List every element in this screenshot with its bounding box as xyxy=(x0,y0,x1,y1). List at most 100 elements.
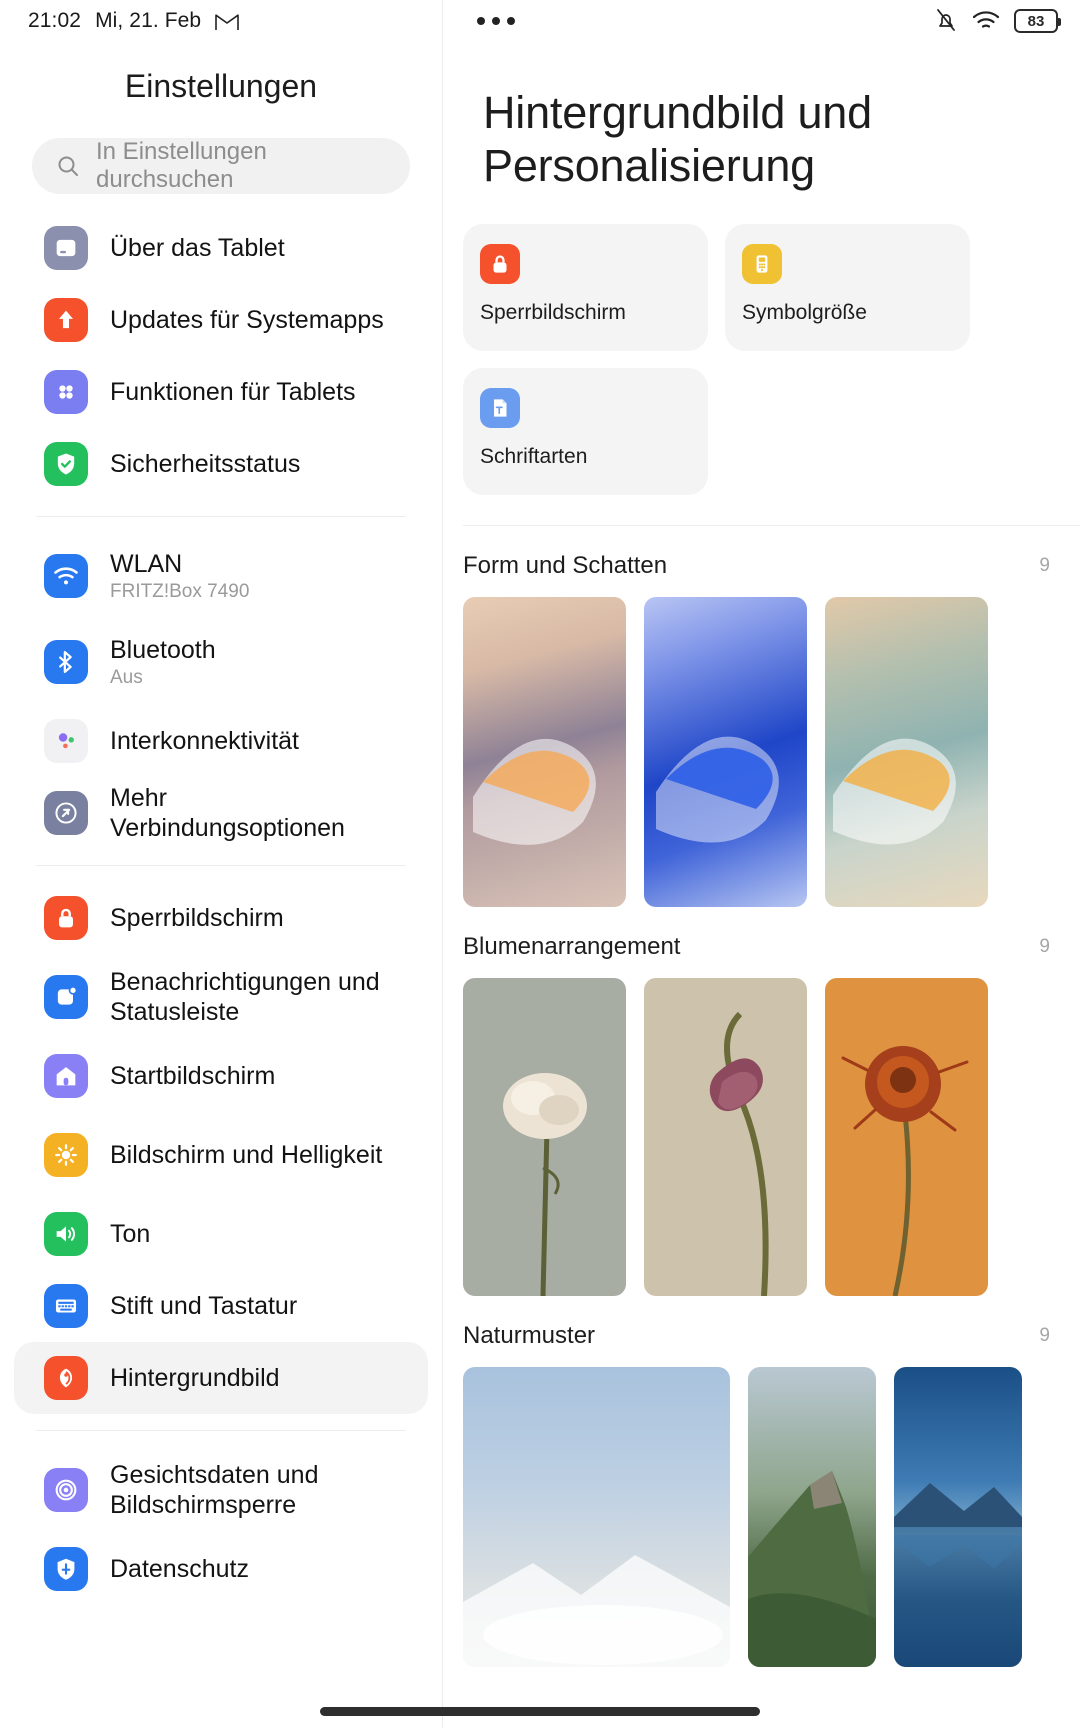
main-page-title: Hintergrundbild und Personalisierung xyxy=(483,87,872,192)
sidebar-item-startbildschirm[interactable]: Startbildschirm xyxy=(14,1040,428,1112)
privacy-icon xyxy=(44,1547,88,1591)
sidebar-item-updates-für-systemapps[interactable]: Updates für Systemapps xyxy=(14,284,428,356)
sidebar-item-über-das-tablet[interactable]: Über das Tablet xyxy=(14,212,428,284)
wallpaper-shape-blue[interactable] xyxy=(644,597,807,908)
tile-label: Schriftarten xyxy=(480,445,588,469)
battery-level: 83 xyxy=(1027,12,1045,30)
home-icon xyxy=(44,1054,88,1098)
sidebar-item-label: Bildschirm und Helligkeit xyxy=(110,1140,383,1169)
sidebar-item-label: Über das Tablet xyxy=(110,233,285,262)
wifi-icon xyxy=(972,10,1000,32)
section-count: 9 xyxy=(1039,555,1050,577)
sidebar-item-gesichtsdaten-und-bildschirmsperre[interactable]: Gesichtsdaten und Bildschirmsperre xyxy=(14,1447,428,1533)
gmail-icon xyxy=(215,12,240,31)
page-title: Einstellungen xyxy=(124,68,318,104)
wallpaper-row xyxy=(463,597,1080,908)
sidebar-item-label: Funktionen für Tablets xyxy=(110,377,356,406)
grid-dots-icon xyxy=(44,370,88,414)
wallpaper-flower-white[interactable] xyxy=(463,978,626,1297)
wallpaper-nature-fog[interactable] xyxy=(463,1367,730,1668)
interconnect-dots-icon xyxy=(44,719,88,763)
wifi-icon xyxy=(44,554,88,598)
tile-label: Sperrbildschirm xyxy=(480,301,626,325)
tile-symbolgröße[interactable]: Symbolgröße xyxy=(725,224,970,352)
settings-screen: 21:02 Mi, 21. Feb Einstellungen In Einst… xyxy=(0,0,1080,1728)
sidebar-item-label: Updates für Systemapps xyxy=(110,305,384,334)
tile-label: Symbolgröße xyxy=(742,301,867,325)
sidebar-item-ton[interactable]: Ton xyxy=(14,1198,428,1270)
search-placeholder: In Einstellungen durchsuchen xyxy=(96,138,267,193)
tablet-icon xyxy=(44,226,88,270)
wallpaper-flower-pink[interactable] xyxy=(644,978,807,1297)
sidebar-item-sperrbildschirm[interactable]: Sperrbildschirm xyxy=(14,882,428,954)
sidebar-divider xyxy=(36,1430,406,1431)
face-unlock-icon xyxy=(44,1468,88,1512)
sidebar-item-label: Interkonnektivität xyxy=(110,726,299,755)
section-title: Form und Schatten xyxy=(463,552,668,580)
sidebar-item-label: Startbildschirm xyxy=(110,1061,276,1090)
shield-check-icon xyxy=(44,442,88,486)
wallpaper-flower-orange[interactable] xyxy=(825,978,988,1297)
sidebar-item-label: Bluetooth xyxy=(110,635,216,664)
home-indicator[interactable] xyxy=(320,1707,760,1716)
sidebar-item-label: Stift und Tastatur xyxy=(110,1291,298,1320)
sidebar-divider xyxy=(36,516,406,517)
battery-indicator: 83 xyxy=(1014,9,1061,33)
notification-icon xyxy=(44,975,88,1019)
sidebar-item-hintergrundbild[interactable]: Hintergrundbild xyxy=(14,1342,428,1414)
sidebar-item-benachrichtigungen-und-statusleiste[interactable]: Benachrichtigungen und Statusleiste xyxy=(14,954,428,1040)
status-bar-right: 83 xyxy=(443,0,1080,42)
wallpaper-row xyxy=(463,1367,1080,1668)
lock-icon xyxy=(44,896,88,940)
sidebar-item-stift-und-tastatur[interactable]: Stift und Tastatur xyxy=(14,1270,428,1342)
wallpaper-flower-icon xyxy=(44,1356,88,1400)
sidebar-item-label: Benachrichtigungen und Statusleiste xyxy=(110,967,380,1027)
sidebar-item-wlan[interactable]: WLAN FRITZ!Box 7490 xyxy=(14,533,428,619)
sidebar-item-sublabel: FRITZ!Box 7490 xyxy=(110,581,250,603)
wallpaper-nature-cliff[interactable] xyxy=(748,1367,876,1668)
sidebar-item-label: Gesichtsdaten und Bildschirmsperre xyxy=(110,1460,319,1520)
sidebar-item-label: Sperrbildschirm xyxy=(110,903,284,932)
sidebar-item-datenschutz[interactable]: Datenschutz xyxy=(14,1533,428,1605)
wallpaper-nature-lake[interactable] xyxy=(894,1367,1022,1668)
wallpaper-sections: Form und Schatten 9 Blumenarrangement 9 Natu… xyxy=(463,526,1080,1668)
brightness-icon xyxy=(44,1133,88,1177)
sidebar-item-label: WLAN xyxy=(110,549,183,578)
quick-tiles: Sperrbildschirm Symbolgröße Schriftarten xyxy=(463,224,1080,496)
speaker-icon xyxy=(44,1212,88,1256)
search-icon xyxy=(56,154,80,178)
section-title: Naturmuster xyxy=(463,1322,596,1350)
wallpaper-shape-teal[interactable] xyxy=(825,597,988,908)
tile-schriftarten[interactable]: Schriftarten xyxy=(463,368,708,496)
icon-size-icon xyxy=(742,244,782,285)
sidebar-item-interkonnektivität[interactable]: Interkonnektivität xyxy=(14,705,428,777)
upload-arrow-icon xyxy=(44,298,88,342)
sidebar-item-label: Ton xyxy=(110,1219,151,1248)
more-dots-icon[interactable] xyxy=(477,17,515,25)
sidebar-pane: 21:02 Mi, 21. Feb Einstellungen In Einst… xyxy=(0,0,443,1728)
section-header[interactable]: Form und Schatten 9 xyxy=(463,526,1080,580)
section-count: 9 xyxy=(1039,1325,1050,1347)
sidebar-item-label: Hintergrundbild xyxy=(110,1363,280,1392)
section-header[interactable]: Naturmuster 9 xyxy=(463,1296,1080,1350)
sidebar-item-label: Datenschutz xyxy=(110,1554,249,1583)
status-bar-left: 21:02 Mi, 21. Feb xyxy=(0,0,442,42)
tile-sperrbildschirm[interactable]: Sperrbildschirm xyxy=(463,224,708,352)
keyboard-icon xyxy=(44,1284,88,1328)
sidebar-nav: Über das Tablet Updates für Systemapps Fun… xyxy=(0,212,442,1605)
status-date: Mi, 21. Feb xyxy=(95,9,202,32)
wallpaper-shape-peach[interactable] xyxy=(463,597,626,908)
font-file-icon xyxy=(480,388,520,429)
link-icon xyxy=(44,791,88,835)
sidebar-item-sublabel: Aus xyxy=(110,667,143,689)
search-input[interactable]: In Einstellungen durchsuchen xyxy=(32,138,410,194)
sidebar-item-sicherheitsstatus[interactable]: Sicherheitsstatus xyxy=(14,428,428,500)
sidebar-item-funktionen-für-tablets[interactable]: Funktionen für Tablets xyxy=(14,356,428,428)
sidebar-item-bluetooth[interactable]: Bluetooth Aus xyxy=(14,619,428,705)
sidebar-item-mehr-verbindungsoptionen[interactable]: Mehr Verbindungsoptionen xyxy=(14,777,428,849)
section-header[interactable]: Blumenarrangement 9 xyxy=(463,907,1080,961)
sidebar-item-label: Mehr Verbindungsoptionen xyxy=(110,783,345,843)
sidebar-item-bildschirm-und-helligkeit[interactable]: Bildschirm und Helligkeit xyxy=(14,1112,428,1198)
sidebar-divider xyxy=(36,865,406,866)
section-title: Blumenarrangement xyxy=(463,933,681,961)
